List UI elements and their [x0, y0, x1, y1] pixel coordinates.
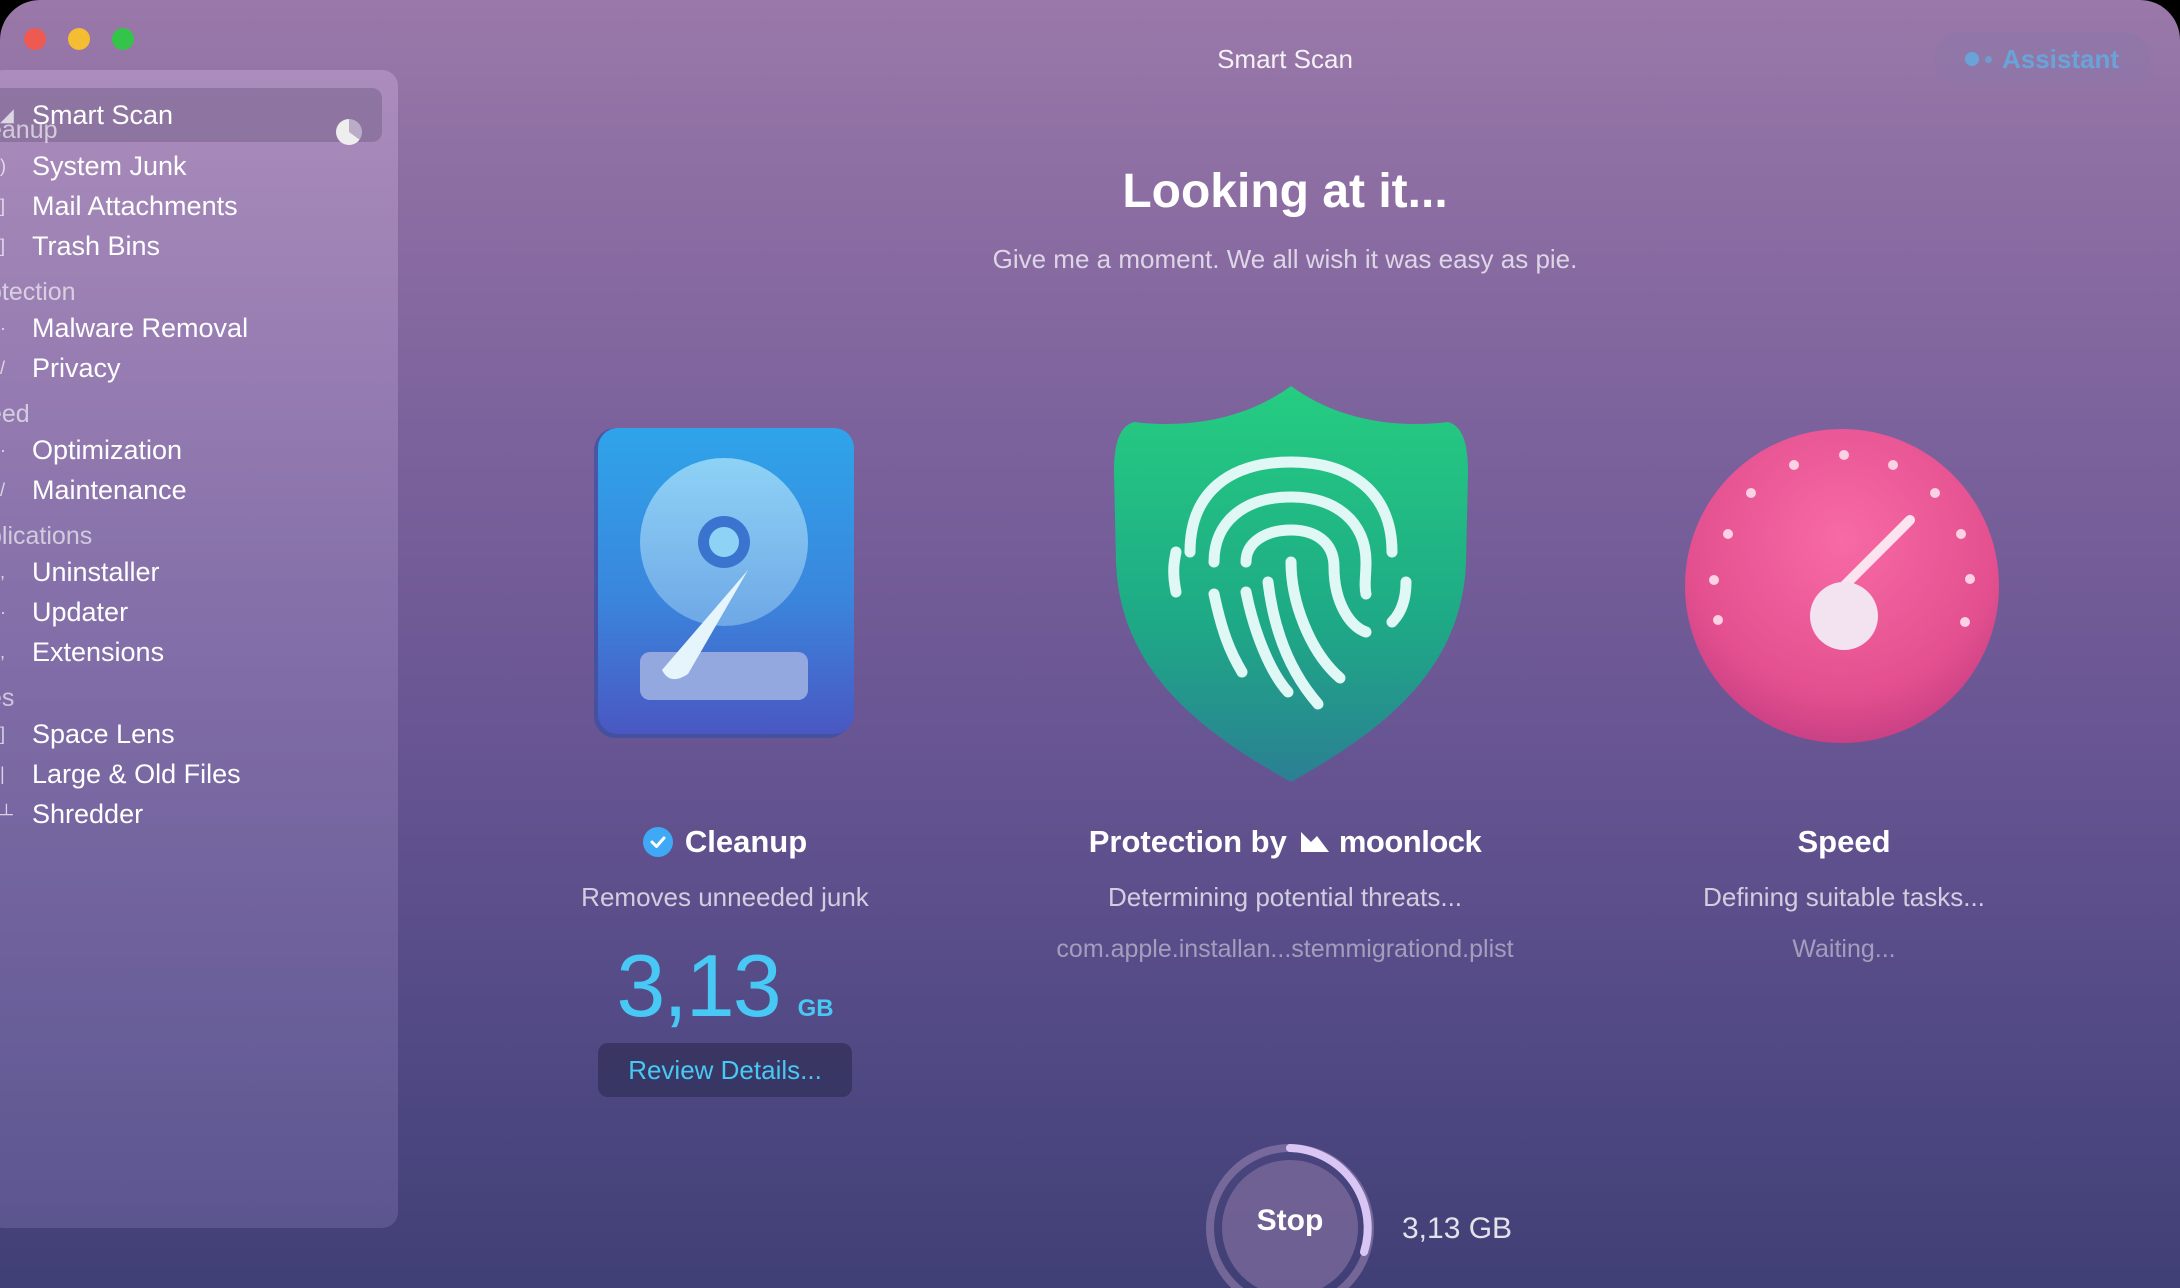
cleanup-description: Removes unneeded junk: [581, 882, 869, 912]
sidebar-item-shredder[interactable]: ┴ Shredder: [0, 794, 143, 834]
maintenance-icon: /: [0, 479, 6, 500]
sidebar: ◢ Smart Scan eanup ) System Junk ] Mail …: [0, 70, 398, 1228]
sidebar-item-optimization[interactable]: · Optimization: [0, 430, 182, 470]
cleanup-title: Cleanup: [684, 824, 808, 859]
app-window: ◢ Smart Scan eanup ) System Junk ] Mail …: [0, 0, 2180, 1288]
sidebar-section-applications: plications: [0, 522, 93, 550]
malware-removal-icon: ·: [0, 317, 6, 338]
updater-icon: ·: [0, 601, 6, 622]
window-title: Smart Scan: [1217, 44, 1353, 74]
cleanup-module: Cleanup Removes unneeded junk 3,13 GB Re…: [545, 824, 905, 1097]
cleanup-size: 3,13 GB: [545, 935, 905, 1037]
sidebar-item-updater[interactable]: · Updater: [0, 592, 128, 632]
sidebar-item-space-lens[interactable]: ] Space Lens: [0, 714, 175, 754]
speed-state: Waiting...: [1792, 935, 1896, 963]
hard-drive-icon: [594, 428, 854, 738]
sidebar-item-privacy[interactable]: / Privacy: [0, 348, 121, 388]
speedometer-icon: [1685, 429, 1999, 743]
sidebar-section-files: es: [0, 684, 15, 712]
window-controls: [24, 28, 134, 50]
page-title: Looking at it...: [1122, 165, 1448, 218]
sidebar-section-cleanup: eanup: [0, 116, 58, 144]
sidebar-item-malware-removal[interactable]: · Malware Removal: [0, 308, 248, 348]
moonlock-logo: moonlock: [1299, 824, 1482, 860]
protection-current-file: com.apple.installan...stemmigrationd.pli…: [1056, 935, 1514, 963]
shredder-icon: ┴: [0, 803, 13, 824]
speed-title: Speed: [1797, 824, 1891, 859]
assistant-icon: [1964, 52, 1992, 66]
mail-attachments-icon: ]: [0, 195, 6, 216]
fingerprint-shield-icon: [1114, 386, 1468, 782]
zoom-window-button[interactable]: [112, 28, 134, 50]
checkmark-icon: [642, 827, 673, 857]
scan-progress-ring: Stop: [1204, 1142, 1376, 1288]
privacy-icon: /: [0, 357, 6, 378]
protection-module: Protection by moonlock Determining poten…: [985, 824, 1585, 964]
space-lens-icon: ]: [0, 723, 6, 744]
scan-progress-icon: [336, 119, 362, 145]
uninstaller-icon: ,: [0, 561, 6, 582]
review-details-button[interactable]: Review Details...: [598, 1043, 852, 1097]
sidebar-item-extensions[interactable]: , Extensions: [0, 632, 164, 672]
close-window-button[interactable]: [24, 28, 46, 50]
sidebar-item-system-junk[interactable]: ) System Junk: [0, 146, 187, 186]
large-old-files-icon: |: [0, 763, 5, 784]
minimize-window-button[interactable]: [68, 28, 90, 50]
protection-status: Determining potential threats...: [1107, 882, 1463, 912]
extensions-icon: ,: [0, 641, 6, 662]
sidebar-item-trash-bins[interactable]: ] Trash Bins: [0, 226, 160, 266]
system-junk-icon: ): [0, 155, 6, 176]
speed-status: Defining suitable tasks...: [1703, 882, 1985, 912]
assistant-button[interactable]: Assistant: [1934, 32, 2150, 86]
sidebar-item-maintenance[interactable]: / Maintenance: [0, 470, 187, 510]
page-subtitle: Give me a moment. We all wish it was eas…: [992, 244, 1578, 274]
total-size-label: 3,13 GB: [1402, 1212, 1513, 1245]
trash-bins-icon: ]: [0, 235, 6, 256]
sidebar-item-mail-attachments[interactable]: ] Mail Attachments: [0, 186, 238, 226]
assistant-label: Assistant: [2001, 43, 2120, 74]
moonlock-logo-icon: [1300, 832, 1329, 852]
optimization-icon: ·: [0, 439, 6, 460]
cleanup-size-value: 3,13: [616, 936, 781, 1035]
sidebar-item-uninstaller[interactable]: , Uninstaller: [0, 552, 160, 592]
sidebar-section-protection: otection: [0, 278, 76, 306]
protection-title: Protection by: [1088, 824, 1287, 859]
sidebar-section-speed: eed: [0, 400, 30, 428]
speed-module: Speed Defining suitable tasks... Waiting…: [1664, 824, 2024, 964]
cleanup-size-unit: GB: [797, 995, 834, 1022]
stop-button[interactable]: Stop: [1222, 1160, 1358, 1288]
sidebar-item-large-old-files[interactable]: | Large & Old Files: [0, 754, 241, 794]
